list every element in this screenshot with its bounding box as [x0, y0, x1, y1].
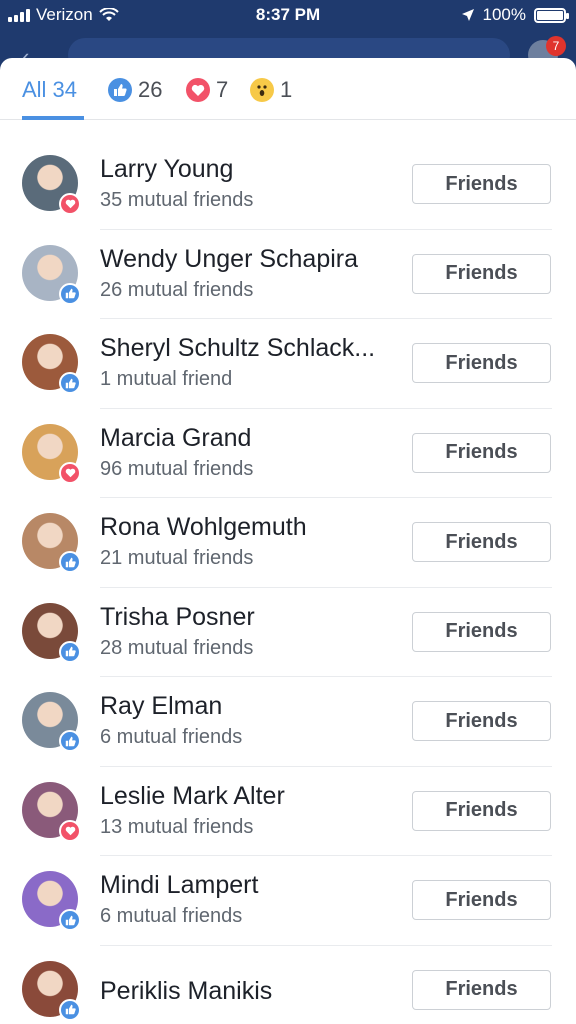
- tab-love[interactable]: 7: [186, 76, 228, 104]
- tab-wow[interactable]: 1: [250, 76, 292, 104]
- reaction-tabs: All 34 26 7 1: [0, 58, 576, 120]
- list-item[interactable]: Sheryl Schultz Schlack... 1 mutual friend…: [0, 319, 576, 409]
- person-name[interactable]: Periklis Manikis: [100, 977, 400, 1006]
- person-name[interactable]: Larry Young: [100, 155, 400, 184]
- list-item[interactable]: Trisha Posner 28 mutual friends Friends: [0, 588, 576, 677]
- friends-button[interactable]: Friends: [412, 432, 551, 473]
- list-item[interactable]: Leslie Mark Alter 13 mutual friends Friend…: [0, 767, 576, 856]
- reactions-sheet: All 34 26 7 1 Larry Young 35 mutual frien…: [0, 58, 576, 1024]
- person-name[interactable]: Sheryl Schultz Schlack...: [100, 334, 400, 363]
- like-icon: [108, 78, 132, 102]
- like-icon: [59, 640, 81, 663]
- person-name[interactable]: Wendy Unger Schapira: [100, 245, 400, 274]
- list-item[interactable]: Wendy Unger Schapira 26 mutual friends Fri…: [0, 230, 576, 319]
- friends-button[interactable]: Friends: [412, 880, 551, 920]
- mutual-friends-count: 13 mutual friends: [100, 815, 254, 838]
- mutual-friends-count: 6 mutual friends: [100, 726, 243, 748]
- mutual-friends-count: 28 mutual friends: [100, 636, 254, 659]
- love-icon: [59, 819, 81, 842]
- person-name[interactable]: Trisha Posner: [100, 603, 400, 632]
- friends-button[interactable]: Friends: [412, 790, 551, 831]
- mutual-friends-count: 21 mutual friends: [100, 547, 254, 569]
- mutual-friends-count: 35 mutual friends: [100, 189, 254, 211]
- friends-button[interactable]: Friends: [412, 701, 551, 741]
- like-icon: [59, 551, 81, 573]
- friends-button[interactable]: Friends: [412, 969, 551, 1010]
- list-item[interactable]: Periklis Manikis Friends: [0, 946, 576, 1024]
- list-item[interactable]: Marcia Grand 96 mutual friends Friends: [0, 409, 576, 498]
- tab-like[interactable]: 26: [108, 76, 162, 104]
- wow-icon: [250, 78, 274, 102]
- location-icon: [461, 9, 474, 21]
- person-name[interactable]: Marcia Grand: [100, 424, 400, 453]
- friends-button[interactable]: Friends: [412, 611, 551, 652]
- mutual-friends-count: 96 mutual friends: [100, 457, 254, 480]
- battery-percent: 100%: [482, 5, 526, 24]
- like-icon: [59, 998, 81, 1021]
- mutual-friends-count: 26 mutual friends: [100, 278, 254, 301]
- like-icon: [59, 372, 81, 394]
- notification-badge: 7: [546, 36, 566, 56]
- list-item[interactable]: Larry Young 35 mutual friends Friends: [0, 140, 576, 230]
- person-name[interactable]: Leslie Mark Alter: [100, 782, 400, 811]
- active-tab-indicator: [22, 116, 84, 120]
- friends-button[interactable]: Friends: [412, 522, 551, 562]
- battery-icon: [534, 7, 569, 23]
- mutual-friends-count: 1 mutual friend: [100, 368, 233, 390]
- mutual-friends-count: 6 mutual friends: [100, 905, 243, 927]
- friends-button[interactable]: Friends: [412, 164, 551, 204]
- friends-button[interactable]: Friends: [412, 253, 551, 294]
- person-name[interactable]: Mindi Lampert: [100, 871, 400, 900]
- like-icon: [59, 282, 81, 305]
- list-item[interactable]: Rona Wohlgemuth 21 mutual friends Friends: [0, 498, 576, 588]
- like-icon: [59, 730, 81, 752]
- tab-all[interactable]: All 34: [22, 76, 77, 104]
- love-icon: [59, 193, 81, 215]
- friends-button[interactable]: Friends: [412, 343, 551, 383]
- status-bar: Verizon 8:37 PM 100%: [0, 0, 576, 30]
- list-item[interactable]: Ray Elman 6 mutual friends Friends: [0, 677, 576, 767]
- list-item[interactable]: Mindi Lampert 6 mutual friends Friends: [0, 856, 576, 946]
- like-icon: [59, 909, 81, 931]
- love-icon: [59, 461, 81, 484]
- person-name[interactable]: Rona Wohlgemuth: [100, 513, 400, 542]
- love-icon: [186, 78, 210, 102]
- person-name[interactable]: Ray Elman: [100, 692, 400, 721]
